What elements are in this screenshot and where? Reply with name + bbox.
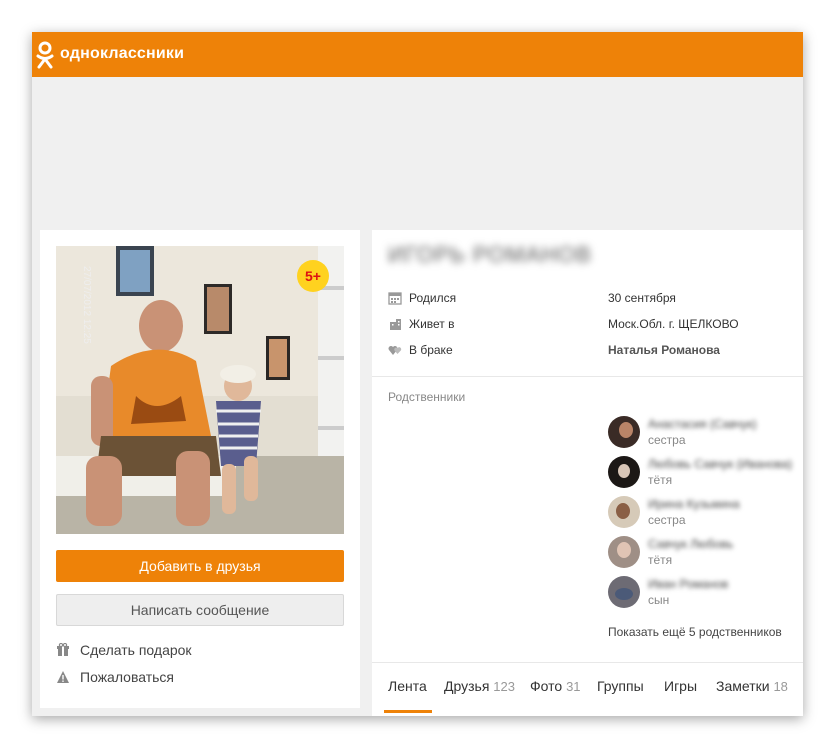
profile-tabs: Лента Друзья 123 Фото 31 Группы Игры Зам… [372,663,803,713]
tab-groups[interactable]: Группы [597,678,644,694]
browser-window: одноклассники 27/07/2012 12:25 5+ Добави… [32,32,803,716]
avatar[interactable] [608,496,640,528]
relative-name[interactable]: Иван Романов [648,577,728,591]
avatar[interactable] [608,536,640,568]
relative-role: сын [648,593,670,607]
profile-name: ИГОРЬ РОМАНОВ [388,242,592,267]
active-tab-indicator [384,710,432,713]
info-value: 30 сентября [608,291,676,305]
profile-cover [32,77,803,228]
relative-item[interactable]: Анастасия (Савчук) сестра [608,416,803,450]
warning-icon [57,671,69,683]
ok-logo-icon[interactable] [36,41,54,69]
relative-item[interactable]: Любовь Савчук (Иванова) тётя [608,456,803,490]
tab-games[interactable]: Игры [664,678,697,694]
tab-count: 18 [773,679,788,694]
relative-item[interactable]: Ирина Кузьмина сестра [608,496,803,530]
tab-photos[interactable]: Фото 31 [530,678,581,694]
info-key: Родился [409,291,457,305]
make-gift-label: Сделать подарок [80,642,192,658]
info-row-city: Живет в Моск.Обл. г. ЩЕЛКОВО [388,316,803,334]
show-more-relatives-link[interactable]: Показать ещё 5 родственников [608,625,782,639]
tab-count: 123 [493,679,515,694]
tab-label: Лента [388,678,427,694]
report-label: Пожаловаться [80,669,175,685]
photo-image: 27/07/2012 12:25 [56,246,344,534]
relative-name[interactable]: Савчук Любовь [648,537,733,551]
relative-role: тётя [648,473,673,487]
tab-label: Друзья [444,678,490,694]
info-key: В браке [409,343,453,357]
write-message-button[interactable]: Написать сообщение [56,594,344,626]
relative-name[interactable]: Любовь Савчук (Иванова) [648,457,792,471]
hearts-icon [388,346,402,355]
age-rating-badge: 5+ [297,260,329,292]
relative-item[interactable]: Савчук Любовь тётя [608,536,803,570]
tab-label: Фото [530,678,563,694]
info-value: Моск.Обл. г. ЩЕЛКОВО [608,317,739,331]
info-key: Живет в [409,317,455,331]
avatar[interactable] [608,456,640,488]
relative-role: сестра [648,513,686,527]
relative-role: сестра [648,433,686,447]
house-icon [390,319,401,330]
tab-label: Заметки [716,678,770,694]
tab-feed[interactable]: Лента [388,678,427,694]
info-row-birthday: Родился 30 сентября [388,290,803,308]
calendar-icon [388,292,402,305]
gift-icon [57,643,69,656]
relative-role: тётя [648,553,673,567]
spouse-link[interactable]: Наталья Романова [608,343,720,357]
add-friend-button[interactable]: Добавить в друзья [56,550,344,582]
relative-name[interactable]: Анастасия (Савчук) [648,417,757,431]
profile-left-card: 27/07/2012 12:25 5+ Добавить в друзья На… [40,230,360,708]
tab-friends[interactable]: Друзья 123 [444,678,515,694]
avatar[interactable] [608,576,640,608]
info-row-marriage[interactable]: В браке Наталья Романова [388,342,803,360]
relative-item[interactable]: Иван Романов сын [608,576,803,610]
relatives-title: Родственники [388,390,466,404]
profile-photo[interactable]: 27/07/2012 12:25 5+ [56,246,344,534]
relative-name[interactable]: Ирина Кузьмина [648,497,740,511]
tab-notes[interactable]: Заметки 18 [716,678,788,694]
tab-label: Группы [597,678,644,694]
divider [372,376,803,377]
avatar[interactable] [608,416,640,448]
tab-label: Игры [664,678,698,694]
svg-text:27/07/2012 12:25: 27/07/2012 12:25 [81,266,92,344]
profile-right-card: ИГОРЬ РОМАНОВ Родился 30 сентября Живет … [372,230,803,716]
tab-count: 31 [566,679,581,694]
brand-name[interactable]: одноклассники [60,45,184,63]
top-bar: одноклассники [32,32,803,77]
